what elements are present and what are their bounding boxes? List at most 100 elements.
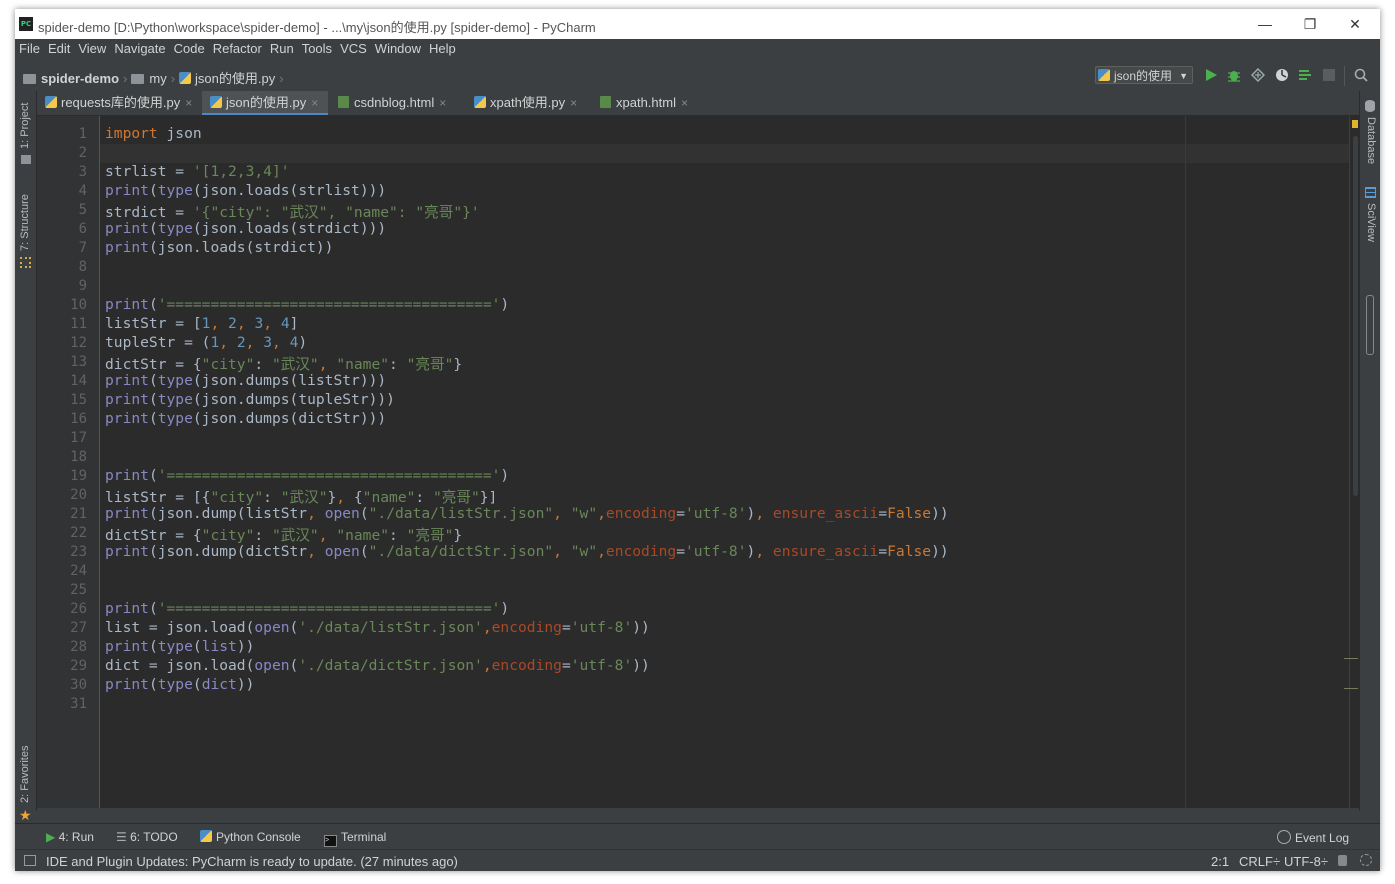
todo-tool-button[interactable]: ☰ 6: TODO: [116, 830, 178, 844]
menu-file[interactable]: File: [15, 39, 44, 56]
line-number: 28: [70, 639, 87, 655]
scrollbar-thumb[interactable]: [1353, 136, 1358, 496]
code-line[interactable]: print(json.dump(dictStr, open("./data/di…: [105, 543, 949, 562]
code-line[interactable]: print('=================================…: [105, 296, 509, 315]
line-number: 24: [70, 563, 87, 579]
minimize-button[interactable]: —: [1245, 13, 1285, 35]
search-icon[interactable]: [1354, 68, 1368, 82]
tab-label: requests库的使用.py: [61, 95, 181, 110]
profile-button[interactable]: [1275, 68, 1289, 82]
close-window-button[interactable]: ✕: [1335, 13, 1375, 35]
line-separator[interactable]: CRLF÷: [1239, 854, 1280, 869]
code-line[interactable]: print(type(json.loads(strlist))): [105, 182, 386, 201]
breadcrumb-project[interactable]: spider-demo: [41, 71, 119, 86]
scroll-indicator[interactable]: [1366, 295, 1374, 355]
code-line[interactable]: print(type(json.dumps(dictStr))): [105, 410, 386, 429]
line-number: 11: [70, 316, 87, 332]
code-line[interactable]: print(type(json.loads(strdict))): [105, 220, 386, 239]
menu-edit[interactable]: Edit: [44, 39, 74, 56]
menu-help[interactable]: Help: [425, 39, 460, 56]
status-message[interactable]: IDE and Plugin Updates: PyCharm is ready…: [46, 854, 458, 869]
line-number-gutter[interactable]: 1 2 3 4 5 6 7 8 9 10 11 12 13 14 15 16 17 18 19 20 21 22 23 24 2…: [37, 116, 100, 808]
run-configuration-select[interactable]: json的使用 ▼: [1095, 66, 1193, 84]
code-line[interactable]: print(type(json.dumps(tupleStr))): [105, 391, 395, 410]
status-bar: IDE and Plugin Updates: PyCharm is ready…: [15, 849, 1380, 871]
menu-navigate[interactable]: Navigate: [110, 39, 169, 56]
code-line[interactable]: listStr = [1, 2, 3, 4]: [105, 315, 298, 334]
close-tab-icon[interactable]: ×: [681, 96, 688, 110]
code-line[interactable]: listStr = [{"city": "武汉"}, {"name": "亮哥"…: [105, 486, 497, 506]
breadcrumb-folder[interactable]: my: [149, 71, 166, 86]
tab-label: xpath.html: [616, 95, 676, 110]
line-number: 30: [70, 677, 87, 693]
sciview-icon: [1365, 187, 1376, 198]
code-line[interactable]: import json: [105, 125, 202, 144]
code-line[interactable]: print(type(list)): [105, 638, 254, 657]
python-console-button[interactable]: Python Console: [200, 830, 301, 844]
menu-tools[interactable]: Tools: [298, 39, 336, 56]
code-line[interactable]: dict = json.load(open('./data/dictStr.js…: [105, 657, 650, 676]
stop-button[interactable]: [1322, 68, 1336, 82]
menu-run[interactable]: Run: [266, 39, 298, 56]
file-encoding[interactable]: UTF-8÷: [1284, 854, 1328, 869]
tab-xpath-py[interactable]: xpath使用.py ×: [466, 91, 592, 115]
menu-vcs[interactable]: VCS: [336, 39, 371, 56]
code-line[interactable]: strdict = '{"city": "武汉", "name": "亮哥"}': [105, 201, 480, 221]
tab-csdnblog[interactable]: csdnblog.html ×: [330, 91, 466, 115]
run-button[interactable]: [1204, 68, 1218, 82]
warning-marker[interactable]: [1344, 688, 1358, 689]
line-number: 10: [70, 297, 87, 313]
menu-code[interactable]: Code: [170, 39, 209, 56]
coverage-button[interactable]: [1251, 68, 1265, 82]
menu-refactor[interactable]: Refactor: [209, 39, 266, 56]
code-line[interactable]: print(type(dict)): [105, 676, 254, 695]
code-line[interactable]: print(json.dump(listStr, open("./data/li…: [105, 505, 949, 524]
favorites-tool-button[interactable]: 2: Favorites: [19, 746, 31, 803]
run-tool-button[interactable]: ▶ 4: Run: [46, 830, 94, 844]
code-editor[interactable]: 1 2 3 4 5 6 7 8 9 10 11 12 13 14 15 16 17 18 19 20 21 22 23 24 2…: [37, 116, 1359, 808]
project-tool-button[interactable]: 1: Project: [19, 103, 31, 149]
menu-window[interactable]: Window: [371, 39, 425, 56]
inspector-icon[interactable]: [1360, 854, 1372, 866]
caret-position[interactable]: 2:1: [1211, 854, 1229, 869]
code-line[interactable]: list = json.load(open('./data/listStr.js…: [105, 619, 650, 638]
event-log-button[interactable]: Event Log: [1277, 830, 1349, 845]
code-line[interactable]: dictStr = {"city": "武汉", "name": "亮哥"}: [105, 353, 462, 373]
tab-json[interactable]: json的使用.py ×: [202, 91, 328, 115]
code-line[interactable]: print('=================================…: [105, 600, 509, 619]
code-line[interactable]: tupleStr = (1, 2, 3, 4): [105, 334, 307, 353]
line-number: 7: [78, 240, 87, 256]
close-tab-icon[interactable]: ×: [570, 96, 577, 110]
code-line[interactable]: dictStr = {"city": "武汉", "name": "亮哥"}: [105, 524, 462, 544]
menu-view[interactable]: View: [74, 39, 110, 56]
close-tab-icon[interactable]: ×: [311, 96, 318, 110]
line-number: 18: [70, 449, 87, 465]
sciview-tool-button[interactable]: SciView: [1365, 203, 1377, 242]
python-icon: [200, 830, 212, 842]
close-tab-icon[interactable]: ×: [185, 96, 192, 110]
database-tool-button[interactable]: Database: [1365, 117, 1377, 164]
tab-xpath-html[interactable]: xpath.html ×: [592, 91, 702, 115]
editor-scrollbar[interactable]: [1344, 116, 1359, 808]
code-line[interactable]: print(type(json.dumps(listStr))): [105, 372, 386, 391]
code-line[interactable]: print('=================================…: [105, 467, 509, 486]
code-line[interactable]: strlist = '[1,2,3,4]': [105, 163, 290, 182]
structure-tool-button[interactable]: 7: Structure: [19, 194, 31, 251]
toggle-tool-windows-icon[interactable]: [24, 855, 36, 866]
tool-label: 6: TODO: [130, 830, 178, 844]
code-line[interactable]: print(json.loads(strdict)): [105, 239, 333, 258]
lock-icon[interactable]: [1338, 855, 1347, 866]
tab-requests[interactable]: requests库的使用.py ×: [37, 91, 202, 115]
close-tab-icon[interactable]: ×: [439, 96, 446, 110]
restore-button[interactable]: ❐: [1290, 13, 1330, 35]
tab-label: json的使用.py: [226, 95, 307, 110]
breadcrumb-file[interactable]: json的使用.py: [195, 71, 275, 86]
warning-marker[interactable]: [1344, 658, 1358, 659]
terminal-button[interactable]: > Terminal: [324, 830, 386, 847]
debug-button[interactable]: [1227, 68, 1241, 82]
run-config-label: json的使用: [1114, 69, 1173, 83]
concurrency-button[interactable]: [1298, 68, 1312, 82]
python-file-icon: [179, 72, 192, 84]
menu-bar: File Edit View Navigate Code Refactor Run Tools…: [15, 39, 1380, 60]
html-file-icon: [338, 96, 349, 108]
